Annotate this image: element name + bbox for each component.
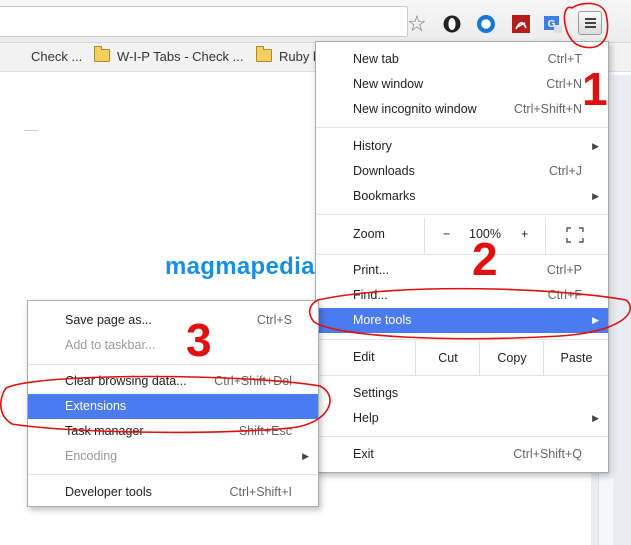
fullscreen-icon[interactable]: [566, 227, 584, 243]
menu-item-bookmarks[interactable]: Bookmarks ▶: [316, 184, 608, 209]
menu-item-help[interactable]: Help ▶: [316, 406, 608, 431]
menu-item-print[interactable]: Print... Ctrl+P: [316, 258, 608, 283]
step-3-annotation: 3: [186, 314, 212, 366]
bookmark-star-icon[interactable]: ☆: [407, 13, 427, 35]
folder-icon: [256, 46, 272, 62]
opera-extension-icon[interactable]: [442, 14, 462, 34]
more-tools-submenu: Save page as... Ctrl+S Add to taskbar...…: [27, 300, 319, 507]
menu-item-add-to-taskbar: Add to taskbar...: [65, 338, 156, 352]
menu-item-save-page[interactable]: Save page as... Ctrl+S: [28, 308, 318, 333]
edit-label: Edit: [353, 350, 375, 364]
menu-item-new-window[interactable]: New window Ctrl+N: [316, 72, 608, 97]
menu-separator: [28, 474, 318, 475]
translate-extension-icon[interactable]: G: [543, 14, 563, 34]
submenu-arrow-icon: ▶: [592, 191, 599, 201]
bookmark-folder[interactable]: W-I-P Tabs - Check ...: [94, 46, 243, 64]
zoom-out-button[interactable]: −: [443, 227, 450, 241]
menu-item-find[interactable]: Find... Ctrl+F: [316, 283, 608, 308]
zoom-label: Zoom: [353, 227, 385, 241]
menu-item-exit[interactable]: Exit Ctrl+Shift+Q: [316, 442, 608, 467]
menu-separator: [316, 375, 608, 376]
submenu-arrow-icon: ▶: [302, 451, 309, 461]
chrome-main-menu: New tab Ctrl+T New window Ctrl+N New inc…: [315, 41, 609, 473]
menu-separator: [316, 214, 608, 215]
menu-separator: [316, 436, 608, 437]
edit-row: Edit Cut Copy Paste: [316, 341, 608, 375]
submenu-arrow-icon: ▶: [592, 413, 599, 423]
menu-item-clear-browsing-data[interactable]: Clear browsing data... Ctrl+Shift+Del: [28, 369, 318, 394]
menu-separator: [28, 364, 318, 365]
watermark-text: magmapedia: [165, 253, 315, 280]
folder-icon: [94, 46, 110, 62]
step-1-annotation: 1: [582, 63, 608, 115]
zoom-in-button[interactable]: +: [521, 227, 528, 241]
menu-item-new-tab[interactable]: New tab Ctrl+T: [316, 47, 608, 72]
pdf-extension-icon[interactable]: [511, 14, 531, 34]
menu-separator: [316, 127, 608, 128]
circle-extension-icon[interactable]: [476, 14, 496, 34]
menu-item-encoding: Encoding ▶: [28, 444, 318, 469]
zoom-row: Zoom − 100% +: [316, 218, 608, 254]
browser-toolbar: ☆ G: [0, 0, 631, 43]
copy-button[interactable]: Copy: [479, 341, 544, 375]
chrome-menu-button[interactable]: [578, 11, 602, 35]
menu-item-downloads[interactable]: Downloads Ctrl+J: [316, 159, 608, 184]
bookmark-item[interactable]: Check ...: [31, 49, 82, 64]
submenu-arrow-icon: ▶: [592, 315, 599, 325]
address-bar[interactable]: [0, 6, 408, 37]
paste-button[interactable]: Paste: [543, 341, 609, 375]
menu-item-more-tools[interactable]: More tools ▶: [316, 308, 608, 333]
page-divider: [24, 130, 38, 131]
step-2-annotation: 2: [472, 233, 498, 285]
cut-button[interactable]: Cut: [415, 341, 480, 375]
menu-item-history[interactable]: History ▶: [316, 134, 608, 159]
bookmark-folder[interactable]: Ruby l: [256, 46, 316, 64]
menu-item-developer-tools[interactable]: Developer tools Ctrl+Shift+I: [28, 480, 318, 505]
menu-separator: [316, 339, 608, 340]
menu-item-extensions[interactable]: Extensions: [28, 394, 318, 419]
submenu-arrow-icon: ▶: [592, 141, 599, 151]
menu-separator: [316, 254, 608, 255]
menu-item-settings[interactable]: Settings: [316, 381, 608, 406]
menu-item-new-incognito[interactable]: New incognito window Ctrl+Shift+N: [316, 97, 608, 122]
menu-item-task-manager[interactable]: Task manager Shift+Esc: [28, 419, 318, 444]
